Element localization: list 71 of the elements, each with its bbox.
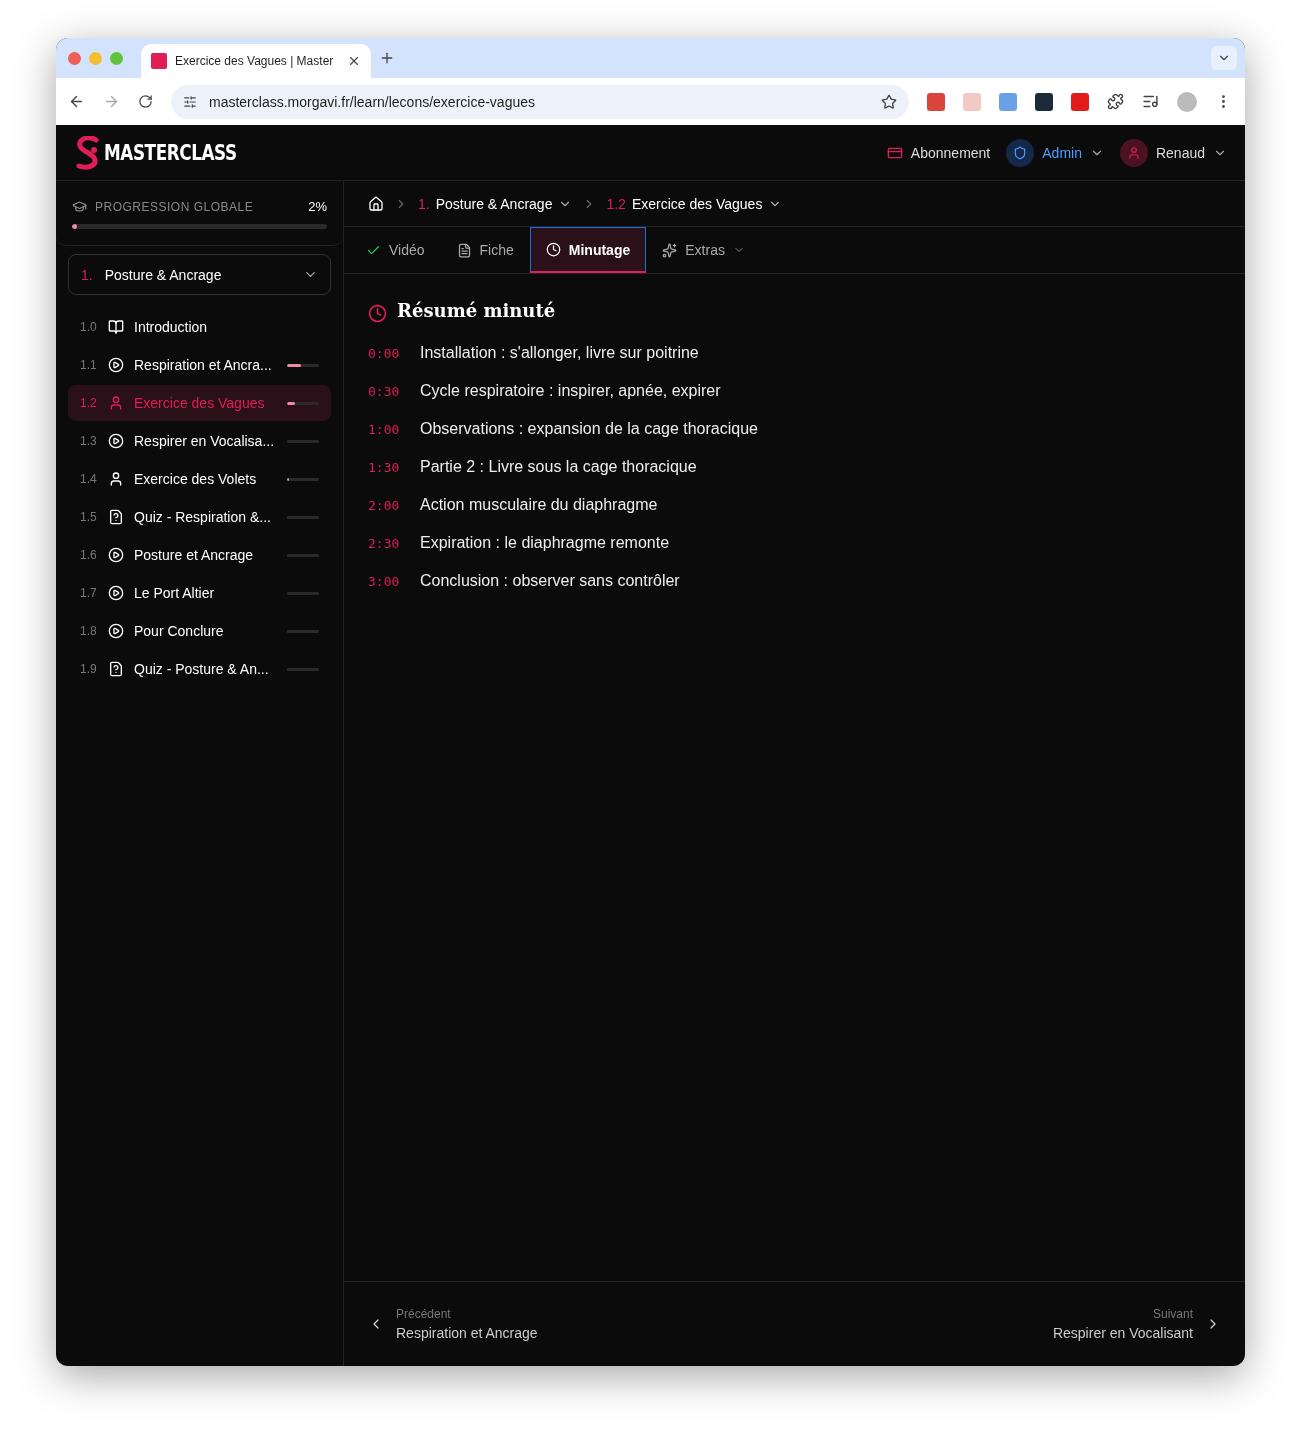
bookmark-star-icon[interactable] [881, 93, 897, 110]
play-icon [108, 433, 124, 449]
home-icon[interactable] [368, 195, 384, 212]
book-icon [108, 319, 124, 335]
extension-icon[interactable] [1035, 92, 1053, 111]
previous-lesson-link[interactable]: Précédent Respiration et Ancrage [368, 1307, 538, 1341]
summary-text: Installation : s'allonger, livre sur poitrine [420, 344, 699, 362]
progress-value: 2% [308, 199, 327, 214]
summary-text: Cycle respiratoire : inspirer, apnée, expirer [420, 382, 721, 400]
tab[interactable]: Minutage [529, 227, 647, 273]
tab[interactable]: Vidéo [350, 227, 441, 273]
graduation-cap-icon [72, 199, 87, 214]
lesson-item[interactable]: 1.8 Pour Conclure [68, 613, 331, 649]
puzzle-icon[interactable] [1107, 93, 1124, 110]
close-icon[interactable] [347, 54, 361, 68]
lesson-item[interactable]: 1.0 Introduction [68, 309, 331, 345]
lesson-item[interactable]: 1.4 Exercice des Volets [68, 461, 331, 497]
document-icon [456, 242, 472, 258]
logo-s-icon [74, 135, 102, 170]
timestamp[interactable]: 2:00 [368, 497, 402, 513]
lesson-item[interactable]: 1.5 Quiz - Respiration &... [68, 499, 331, 535]
lesson-item[interactable]: 1.9 Quiz - Posture & An... [68, 651, 331, 687]
breadcrumb-link[interactable]: 1. Posture & Ancrage [418, 195, 573, 212]
summary-text: Partie 2 : Livre sous la cage thoracique [420, 458, 697, 476]
close-window-button[interactable] [68, 51, 81, 65]
question-document-icon [108, 661, 124, 677]
header-link[interactable]: Renaud [1119, 138, 1227, 167]
lesson-item[interactable]: 1.3 Respirer en Vocalisa... [68, 423, 331, 459]
site-settings-icon[interactable] [183, 94, 197, 109]
sparkles-icon [662, 242, 678, 258]
header-link[interactable]: Admin [1006, 138, 1104, 167]
lesson-item[interactable]: 1.2 Exercice des Vagues [68, 385, 331, 421]
summary-text: Action musculaire du diaphragme [420, 496, 658, 514]
lesson-item[interactable]: 1.6 Posture et Ancrage [68, 537, 331, 573]
logo-text: MASTERCLASS [104, 140, 237, 165]
lesson-item[interactable]: 1.7 Le Port Altier [68, 575, 331, 611]
browser-tab[interactable]: Exercice des Vagues | Master [141, 44, 371, 78]
timestamp[interactable]: 3:00 [368, 573, 402, 589]
timestamp[interactable]: 2:30 [368, 535, 402, 551]
tab-list-icon[interactable] [1211, 46, 1237, 70]
breadcrumb-link[interactable]: 1.2 Exercice des Vagues [606, 195, 783, 212]
site-favicon [151, 53, 167, 69]
summary-text: Conclusion : observer sans contrôler [420, 572, 680, 590]
media-icon[interactable] [1142, 93, 1159, 110]
user-icon [1119, 138, 1148, 167]
progress-label: PROGRESSION GLOBALE [95, 199, 255, 214]
tab[interactable]: Extras [646, 227, 761, 273]
play-icon [108, 585, 124, 601]
play-icon [108, 357, 124, 373]
address-bar[interactable]: masterclass.morgavi.fr/learn/lecons/exercice-vagues [171, 84, 909, 119]
timestamp[interactable]: 1:00 [368, 421, 402, 437]
timestamp[interactable]: 1:30 [368, 459, 402, 475]
new-tab-icon[interactable] [379, 50, 395, 66]
shield-icon [1006, 138, 1035, 167]
clock-icon [368, 304, 387, 323]
back-icon[interactable] [68, 93, 85, 110]
reload-icon[interactable] [138, 94, 153, 109]
header-link[interactable]: Abonnement [886, 144, 991, 161]
play-icon [108, 547, 124, 563]
summary-text: Expiration : le diaphragme remonte [420, 534, 670, 552]
next-lesson-link[interactable]: Suivant Respirer en Vocalisant [1052, 1307, 1221, 1341]
section-title: Résumé minuté [397, 300, 556, 321]
timestamp[interactable]: 0:30 [368, 383, 402, 399]
question-document-icon [108, 509, 124, 525]
lesson-item[interactable]: 1.1 Respiration et Ancra... [68, 347, 331, 383]
play-icon [108, 623, 124, 639]
clock-icon [545, 242, 561, 257]
timestamp[interactable]: 0:00 [368, 345, 402, 361]
tab[interactable]: Fiche [440, 227, 530, 273]
summary-text: Observations : expansion de la cage thoracique [420, 420, 758, 438]
module-selector[interactable]: 1. Posture & Ancrage [68, 254, 331, 295]
